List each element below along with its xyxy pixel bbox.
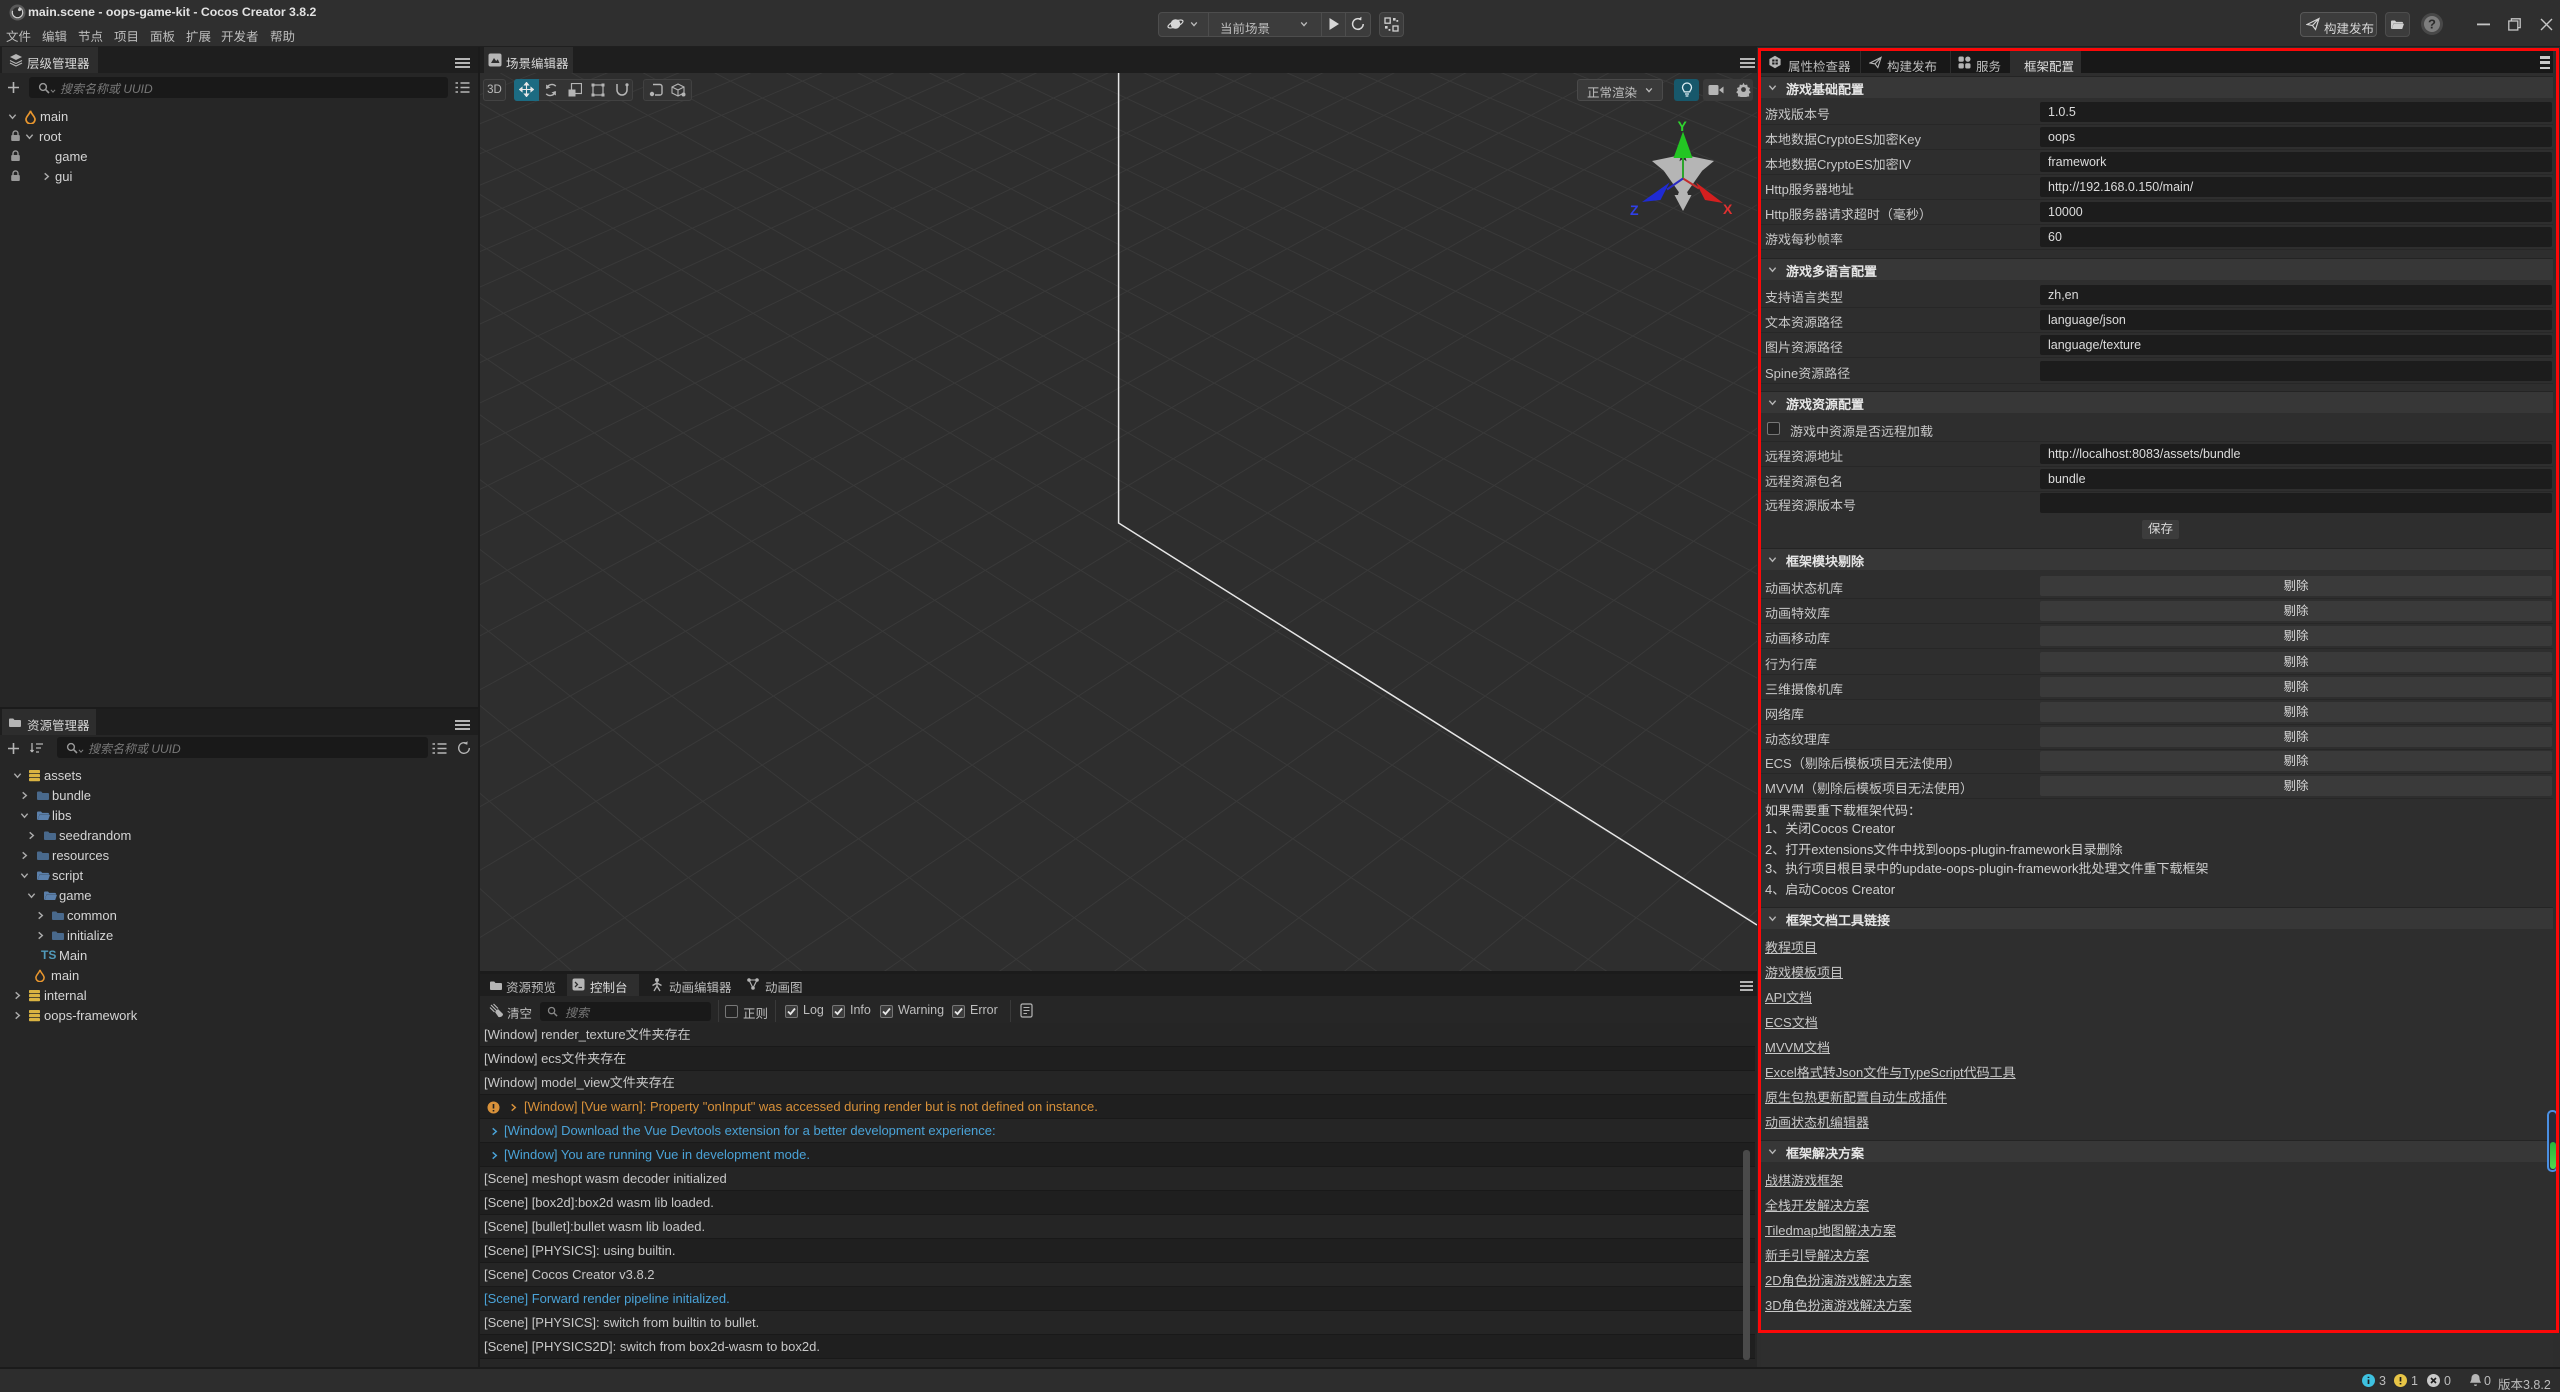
svg-text:X: X (1723, 201, 1733, 217)
svg-text:Y: Y (1678, 118, 1688, 134)
svg-text:?: ? (2428, 17, 2436, 32)
svg-text:Z: Z (1630, 202, 1639, 218)
